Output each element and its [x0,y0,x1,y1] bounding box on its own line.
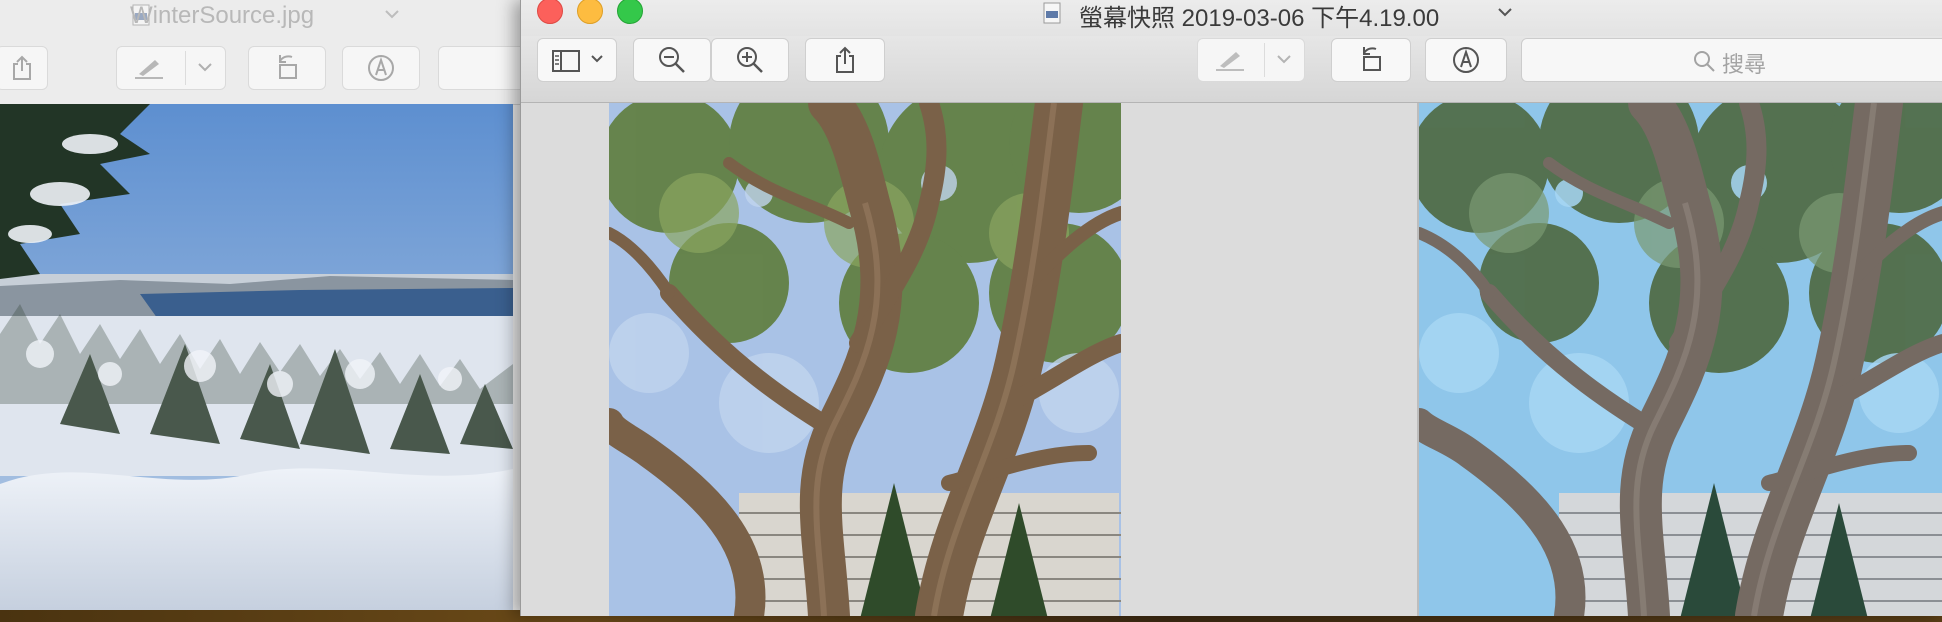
canvas-margin [521,103,609,616]
rotate-button[interactable] [248,46,326,90]
chevron-down-icon[interactable] [197,61,213,73]
chevron-down-icon[interactable] [1276,53,1292,65]
zoom-in-button[interactable] [711,38,789,82]
zoom-in-icon [735,45,765,75]
annotate-icon [1451,45,1481,75]
chevron-down-icon [590,54,604,64]
share-button[interactable] [0,46,48,90]
rotate-left-icon [1356,45,1386,75]
annotate-icon [366,53,396,83]
search-icon [1692,49,1716,73]
share-icon [11,55,33,81]
sidebar-icon [552,49,582,73]
rotate-button[interactable] [1331,38,1411,82]
markup-button[interactable] [1197,38,1305,82]
close-button[interactable] [537,0,563,24]
rotate-left-icon [272,53,302,83]
tree-photo-adjusted [1419,103,1942,616]
back-window-title: WinterSource.jpg [130,2,315,29]
back-preview-window[interactable]: WinterSource.jpg [0,0,520,610]
markup-pen-icon [1214,48,1248,72]
sidebar-toggle-button[interactable] [537,38,617,82]
zoom-out-icon [657,45,687,75]
zoom-out-button[interactable] [633,38,711,82]
back-window-titlebar[interactable]: WinterSource.jpg [0,0,520,36]
zoom-button[interactable] [617,0,643,24]
back-search-field[interactable] [438,46,520,90]
chevron-down-icon[interactable] [384,8,400,20]
chevron-down-icon[interactable] [1497,6,1513,18]
markup-button[interactable] [116,46,226,90]
share-icon [834,46,856,74]
search-input[interactable]: 搜尋 [1521,38,1942,82]
back-window-toolbar [0,36,520,105]
markup-pen-icon [133,56,167,80]
canvas-background [1121,103,1418,616]
document-icon [1043,2,1061,24]
front-preview-window[interactable]: 螢幕快照 2019-03-06 下午4.19.00 搜尋 [520,0,1942,616]
winter-landscape-image [0,104,513,610]
front-window-titlebar[interactable]: 螢幕快照 2019-03-06 下午4.19.00 [521,0,1942,36]
front-window-title: 螢幕快照 2019-03-06 下午4.19.00 [1079,5,1440,32]
annotate-button[interactable] [1425,38,1507,82]
minimize-button[interactable] [577,0,603,24]
annotate-button[interactable] [342,46,420,90]
tree-photo-original [609,103,1121,616]
share-button[interactable] [805,38,885,82]
search-placeholder: 搜尋 [1722,52,1767,77]
